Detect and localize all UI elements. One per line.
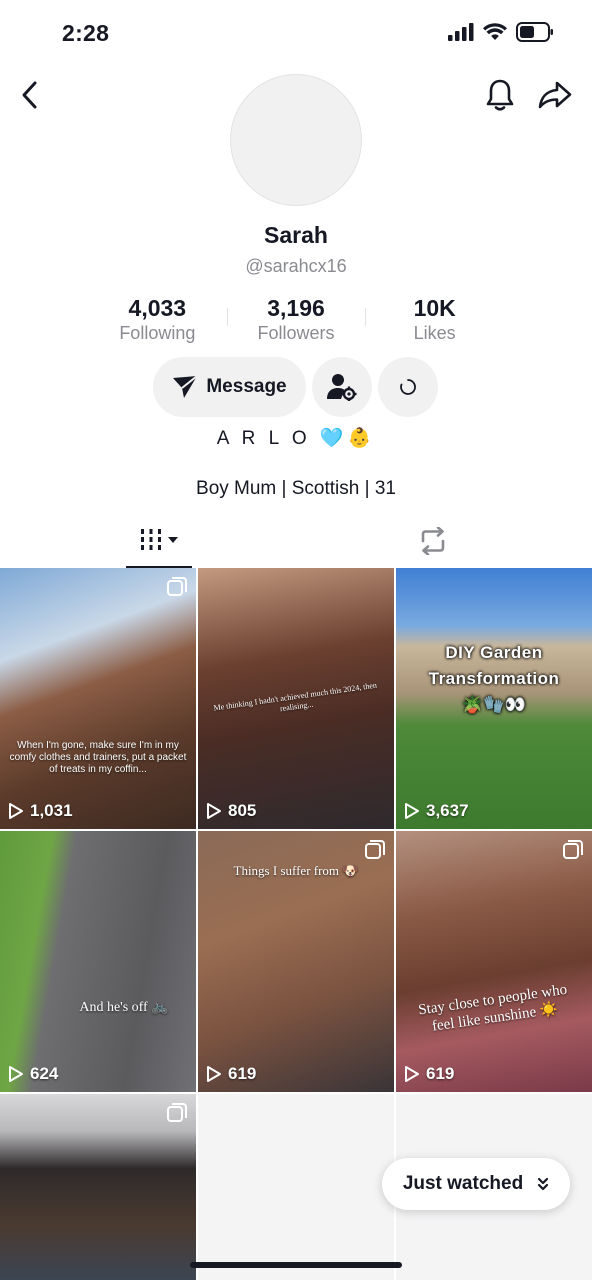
video-thumbnail[interactable]: DIY Garden Transformation 🪴🧤👀 3,637 <box>396 568 592 829</box>
share-arrow-icon <box>538 81 572 109</box>
play-icon <box>207 803 221 819</box>
view-count-text: 624 <box>30 1064 59 1083</box>
stat-following[interactable]: 4,033 Following <box>88 294 227 344</box>
photo-carousel-icon <box>365 840 385 859</box>
view-count: 619 <box>404 1064 454 1084</box>
video-caption: Things I suffer from 🐶 <box>233 863 359 878</box>
video-thumbnail[interactable]: Me thinking I hadn't achieved much this … <box>198 568 394 829</box>
status-time: 2:28 <box>62 20 110 46</box>
view-count: 3,637 <box>404 801 469 821</box>
view-count: 624 <box>8 1064 58 1084</box>
caret-down-icon <box>168 537 178 543</box>
play-icon <box>207 1066 221 1082</box>
just-watched-button[interactable]: Just watched <box>382 1158 570 1210</box>
view-count-text: 805 <box>228 801 257 820</box>
home-indicator[interactable] <box>190 1262 402 1268</box>
more-suggestions-button[interactable] <box>378 357 438 417</box>
video-thumbnail[interactable] <box>0 1094 196 1280</box>
status-bar: 2:28 <box>0 0 592 64</box>
double-chevron-down-icon <box>538 1177 549 1191</box>
profile-stats: 4,033 Following 3,196 Followers 10K Like… <box>88 294 504 344</box>
stat-followers[interactable]: 3,196 Followers <box>226 294 366 344</box>
stat-divider <box>226 308 228 326</box>
repost-icon <box>421 527 445 555</box>
back-button[interactable] <box>14 78 44 112</box>
chevron-left-icon <box>22 81 37 109</box>
loading-spinner-icon <box>400 379 416 395</box>
video-thumbnail[interactable]: And he's off 🚲 624 <box>0 831 196 1092</box>
play-icon <box>9 1066 23 1082</box>
user-settings-icon <box>327 374 357 401</box>
view-count: 805 <box>206 801 256 821</box>
just-watched-label: Just watched <box>402 1173 524 1194</box>
followers-count: 3,196 <box>267 295 325 321</box>
photo-carousel-icon <box>167 1103 187 1122</box>
stat-likes[interactable]: 10K Likes <box>365 294 504 344</box>
likes-label: Likes <box>413 323 456 343</box>
video-thumbnail[interactable]: Stay close to people who feel like sunsh… <box>396 831 592 1092</box>
play-icon <box>9 803 23 819</box>
tab-videos[interactable] <box>126 514 192 568</box>
following-count: 4,033 <box>128 295 187 321</box>
battery-icon <box>516 22 553 42</box>
video-caption: Me thinking I hadn't achieved much this … <box>213 680 378 714</box>
video-caption: And he's off 🚲 <box>79 1000 169 1015</box>
stat-divider <box>365 308 367 326</box>
video-thumbnail[interactable]: Things I suffer from 🐶 619 <box>198 831 394 1092</box>
tab-reposts[interactable] <box>400 514 466 568</box>
video-grid-icon <box>141 529 161 550</box>
profile-tabs <box>0 514 592 568</box>
empty-tile <box>198 1094 394 1280</box>
bio-title: A R L O 🩵👶 <box>216 428 376 449</box>
message-button[interactable]: Message <box>153 357 306 417</box>
play-icon <box>405 803 419 819</box>
profile-actions: Message <box>153 357 438 417</box>
profile-avatar[interactable] <box>230 74 362 206</box>
view-count: 1,031 <box>8 801 73 821</box>
view-count-text: 3,637 <box>426 801 469 820</box>
notifications-button[interactable] <box>482 76 518 114</box>
wifi-icon <box>483 23 507 40</box>
message-button-label: Message <box>206 376 287 397</box>
view-count: 619 <box>206 1064 256 1084</box>
display-name: Sarah <box>264 222 328 248</box>
video-caption: When I'm gone, make sure I'm in my comfy… <box>9 740 187 775</box>
cellular-signal-icon <box>448 23 474 41</box>
username-handle: @sarahcx16 <box>245 256 347 276</box>
play-icon <box>405 1066 419 1082</box>
photo-carousel-icon <box>167 577 187 596</box>
view-count-text: 619 <box>228 1064 257 1083</box>
bio-text: Boy Mum | Scottish | 31 <box>196 478 396 499</box>
photo-carousel-icon <box>563 840 583 859</box>
video-caption: DIY Garden Transformation 🪴🧤👀 <box>428 643 560 714</box>
video-thumbnail[interactable]: When I'm gone, make sure I'm in my comfy… <box>0 568 196 829</box>
likes-count: 10K <box>413 295 456 321</box>
view-count-text: 1,031 <box>30 801 73 820</box>
send-icon <box>173 375 198 398</box>
share-button[interactable] <box>536 76 574 114</box>
view-count-text: 619 <box>426 1064 455 1083</box>
status-icons <box>448 22 554 42</box>
following-label: Following <box>119 323 196 343</box>
followers-label: Followers <box>257 323 335 343</box>
video-caption: Stay close to people who feel like sunsh… <box>417 981 569 1035</box>
friend-settings-button[interactable] <box>312 357 372 417</box>
bell-icon <box>486 79 514 111</box>
